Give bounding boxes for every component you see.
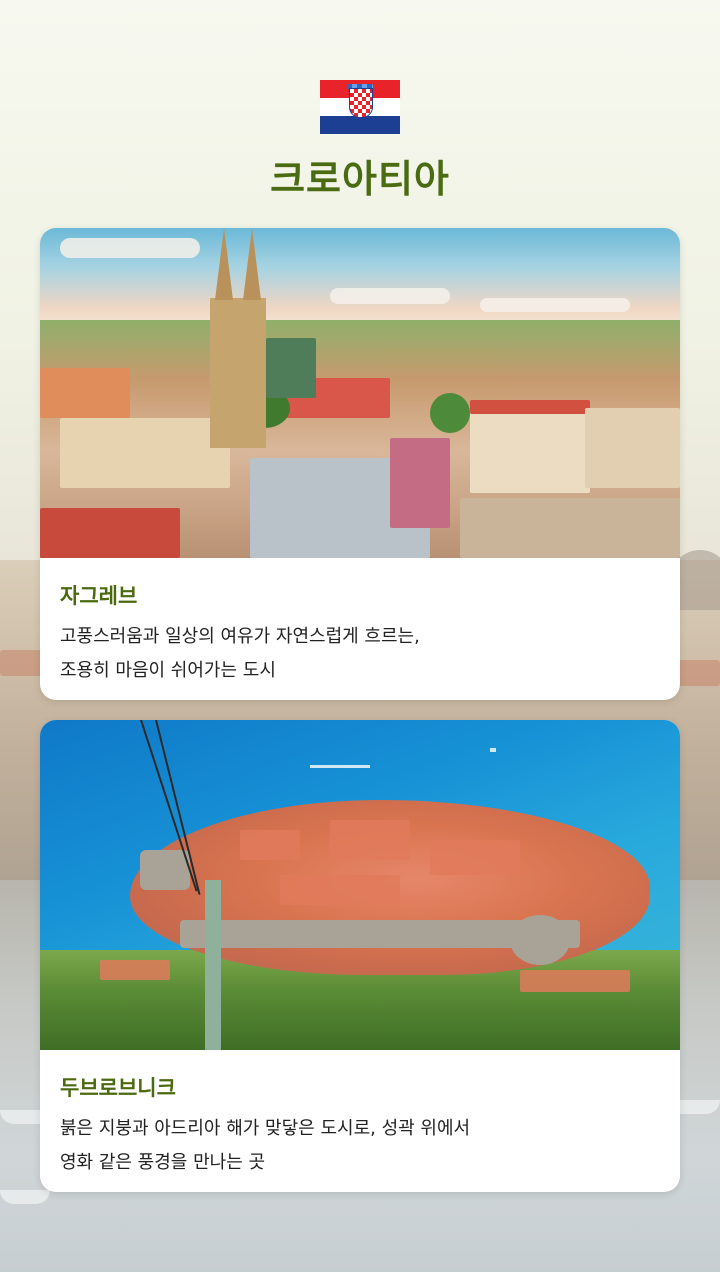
cathedral-spire-left <box>215 228 233 300</box>
city-description-line: 조용히 마음이 쉬어가는 도시 <box>60 660 276 681</box>
boat-wake <box>310 765 370 768</box>
cable-car-pylon <box>205 880 221 1050</box>
city-description-line: 고풍스러움과 일상의 여유가 자연스럽게 흐르는, <box>60 626 420 647</box>
city-description: 붉은 지붕과 아드리아 해가 맞닿은 도시로, 성곽 위에서 영화 같은 풍경을… <box>60 1112 660 1180</box>
city-card-text: 두브로브니크 붉은 지붕과 아드리아 해가 맞닿은 도시로, 성곽 위에서 영화… <box>40 1050 680 1180</box>
cathedral-spire-right <box>243 228 261 300</box>
building <box>470 403 590 493</box>
building-roof <box>470 400 590 414</box>
cathedral-tower-left <box>210 298 238 448</box>
page-content: 크로아티아 자그레브 고풍스러움과 일상의 여유가 자연스럽게 흐르는, 조용히… <box>0 0 720 1272</box>
cathedral-nave <box>266 338 316 398</box>
building <box>60 418 230 488</box>
roof-cluster <box>520 970 630 992</box>
city-name: 두브로브니크 <box>60 1076 176 1100</box>
croatia-flag-icon <box>320 80 400 134</box>
dubrovnik-image <box>40 720 680 1050</box>
page-title: 크로아티아 <box>270 157 450 201</box>
city-description-line: 붉은 지붕과 아드리아 해가 맞닿은 도시로, 성곽 위에서 <box>60 1118 471 1139</box>
cloud <box>480 298 630 312</box>
zagreb-image <box>40 228 680 558</box>
roof-cluster <box>280 875 400 905</box>
fortress <box>140 850 190 890</box>
city-description: 고풍스러움과 일상의 여유가 자연스럽게 흐르는, 조용히 마음이 쉬어가는 도… <box>60 620 660 688</box>
square <box>460 498 680 558</box>
fortress <box>510 915 570 965</box>
flag-coat-of-arms <box>349 88 373 118</box>
city-name: 자그레브 <box>60 584 138 608</box>
building <box>390 438 450 528</box>
city-description-line: 영화 같은 풍경을 만나는 곳 <box>60 1152 266 1173</box>
roof-cluster <box>100 960 170 980</box>
city-card-text: 자그레브 고풍스러움과 일상의 여유가 자연스럽게 흐르는, 조용히 마음이 쉬… <box>40 558 680 688</box>
building <box>40 508 180 558</box>
cathedral-tower-right <box>238 298 266 448</box>
flag-stripe-blue <box>320 116 400 134</box>
city-card-dubrovnik[interactable]: 두브로브니크 붉은 지붕과 아드리아 해가 맞닿은 도시로, 성곽 위에서 영화… <box>40 720 680 1192</box>
building <box>40 368 130 418</box>
roof-cluster <box>330 820 410 860</box>
cloud <box>330 288 450 304</box>
building <box>585 408 680 488</box>
roof-cluster <box>430 840 520 875</box>
tree <box>430 393 470 433</box>
cloud <box>60 238 200 258</box>
city-card-zagreb[interactable]: 자그레브 고풍스러움과 일상의 여유가 자연스럽게 흐르는, 조용히 마음이 쉬… <box>40 228 680 700</box>
roof-cluster <box>240 830 300 860</box>
boat <box>490 748 496 752</box>
